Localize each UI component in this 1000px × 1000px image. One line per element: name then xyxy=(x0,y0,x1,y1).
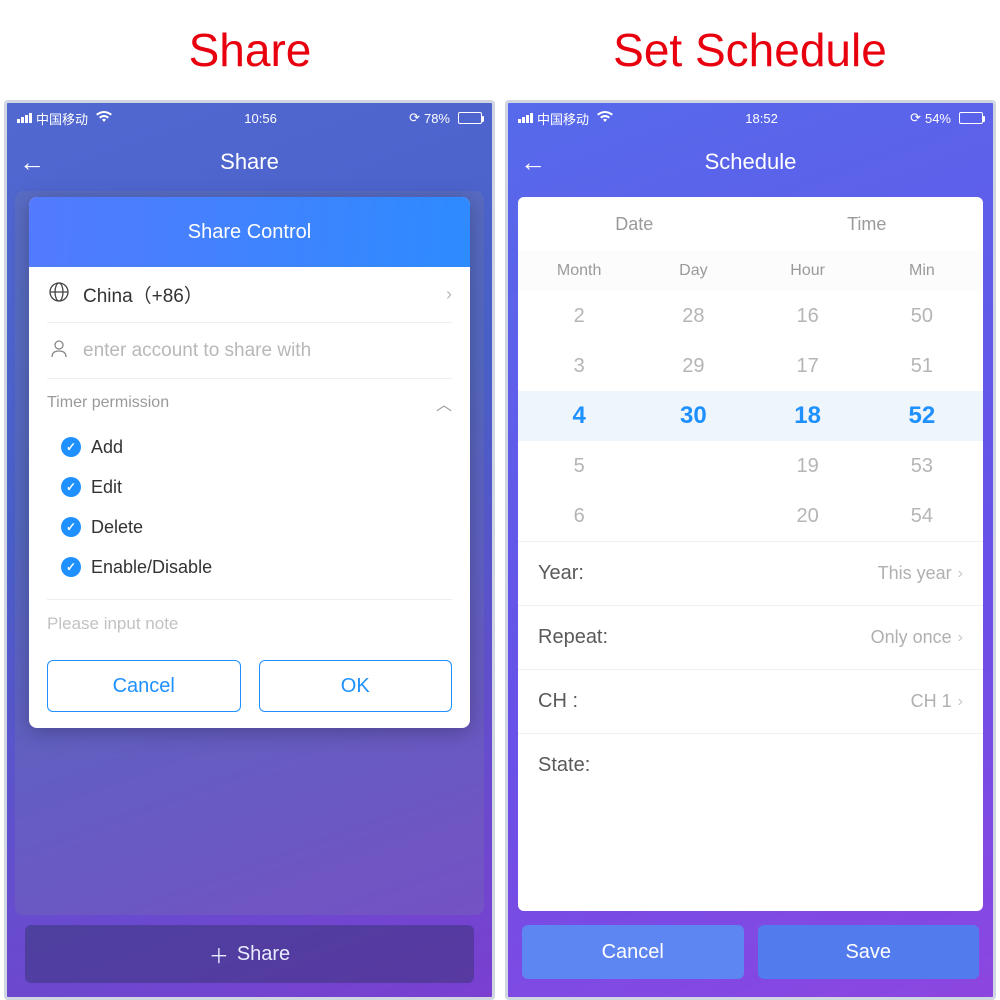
wifi-icon xyxy=(597,111,613,126)
cancel-button[interactable]: Cancel xyxy=(522,925,744,979)
battery-icon xyxy=(458,112,482,124)
picker-day[interactable]: 28 29 30 xyxy=(636,291,750,541)
modal-title: Share Control xyxy=(29,197,470,267)
note-input[interactable]: Please input note xyxy=(47,600,452,648)
ok-button[interactable]: OK xyxy=(259,660,453,712)
ch-value: CH 1 xyxy=(911,691,952,712)
chevron-right-icon: › xyxy=(958,629,963,647)
cancel-button[interactable]: Cancel xyxy=(47,660,241,712)
perm-enable-disable[interactable]: ✓Enable/Disable xyxy=(61,547,452,587)
year-label: Year: xyxy=(538,562,584,585)
timer-permission-toggle[interactable]: Timer permission ︿ xyxy=(47,379,452,427)
check-icon: ✓ xyxy=(61,477,81,497)
phone-share: 中国移动 10:56 ⟳ 78% ← Share Share Control xyxy=(4,100,495,1000)
check-icon: ✓ xyxy=(61,557,81,577)
status-time: 18:52 xyxy=(745,111,778,126)
rotation-lock-icon: ⟳ xyxy=(910,110,921,126)
header-title: Schedule xyxy=(520,149,981,175)
header-hour: Hour xyxy=(751,262,865,280)
picker-headers: Month Day Hour Min xyxy=(518,251,983,291)
battery-pct: 54% xyxy=(925,111,951,126)
status-bar: 中国移动 18:52 ⟳ 54% xyxy=(508,103,993,133)
chevron-up-icon: ︿ xyxy=(436,391,452,415)
repeat-row[interactable]: Repeat: Only once › xyxy=(518,605,983,669)
chevron-right-icon: › xyxy=(958,565,963,583)
globe-icon xyxy=(47,282,71,307)
picker-hour[interactable]: 16 17 18 19 20 xyxy=(751,291,865,541)
header-min: Min xyxy=(865,262,979,280)
phone-schedule: 中国移动 18:52 ⟳ 54% ← Schedule Date Time Mo… xyxy=(505,100,996,1000)
header-title: Share xyxy=(19,149,480,175)
state-label: State: xyxy=(538,754,590,777)
signal-icon xyxy=(17,113,32,123)
carrier-label: 中国移动 xyxy=(36,109,88,128)
wifi-icon xyxy=(96,111,112,126)
tab-date[interactable]: Date xyxy=(518,214,751,235)
header-month: Month xyxy=(522,262,636,280)
app-header: ← Share xyxy=(7,133,492,191)
year-row[interactable]: Year: This year › xyxy=(518,541,983,605)
share-control-modal: Share Control China（+86） › enter account xyxy=(29,197,470,728)
chevron-right-icon: › xyxy=(446,284,452,305)
tab-time[interactable]: Time xyxy=(751,214,984,235)
rotation-lock-icon: ⟳ xyxy=(409,110,420,126)
header-day: Day xyxy=(636,262,750,280)
perm-delete[interactable]: ✓Delete xyxy=(61,507,452,547)
status-bar: 中国移动 10:56 ⟳ 78% xyxy=(7,103,492,133)
perm-add[interactable]: ✓Add xyxy=(61,427,452,467)
timer-permission-label: Timer permission xyxy=(47,394,169,412)
country-row[interactable]: China（+86） › xyxy=(47,267,452,323)
status-time: 10:56 xyxy=(244,111,277,126)
share-footer-button[interactable]: ＋ Share xyxy=(25,925,474,983)
save-button[interactable]: Save xyxy=(758,925,980,979)
person-icon xyxy=(47,338,71,363)
picker-min[interactable]: 50 51 52 53 54 xyxy=(865,291,979,541)
perm-edit[interactable]: ✓Edit xyxy=(61,467,452,507)
check-icon: ✓ xyxy=(61,517,81,537)
ch-label: CH : xyxy=(538,690,578,713)
signal-icon xyxy=(518,113,533,123)
repeat-label: Repeat: xyxy=(538,626,608,649)
carrier-label: 中国移动 xyxy=(537,109,589,128)
title-share: Share xyxy=(0,23,500,77)
year-value: This year xyxy=(878,563,952,584)
country-value: China（+86） xyxy=(83,281,434,308)
datetime-picker[interactable]: 2 3 4 5 6 28 29 30 16 17 18 19 xyxy=(518,291,983,541)
schedule-card: Date Time Month Day Hour Min 2 3 4 5 6 xyxy=(518,197,983,911)
battery-icon xyxy=(959,112,983,124)
battery-pct: 78% xyxy=(424,111,450,126)
check-icon: ✓ xyxy=(61,437,81,457)
chevron-right-icon: › xyxy=(958,693,963,711)
title-schedule: Set Schedule xyxy=(500,23,1000,77)
plus-icon: ＋ xyxy=(209,940,229,969)
picker-month[interactable]: 2 3 4 5 6 xyxy=(522,291,636,541)
state-row[interactable]: State: xyxy=(518,733,983,797)
repeat-value: Only once xyxy=(871,627,952,648)
account-input[interactable]: enter account to share with xyxy=(83,340,452,362)
ch-row[interactable]: CH : CH 1 › xyxy=(518,669,983,733)
app-header: ← Schedule xyxy=(508,133,993,191)
share-footer-label: Share xyxy=(237,943,290,966)
account-row[interactable]: enter account to share with xyxy=(47,323,452,379)
